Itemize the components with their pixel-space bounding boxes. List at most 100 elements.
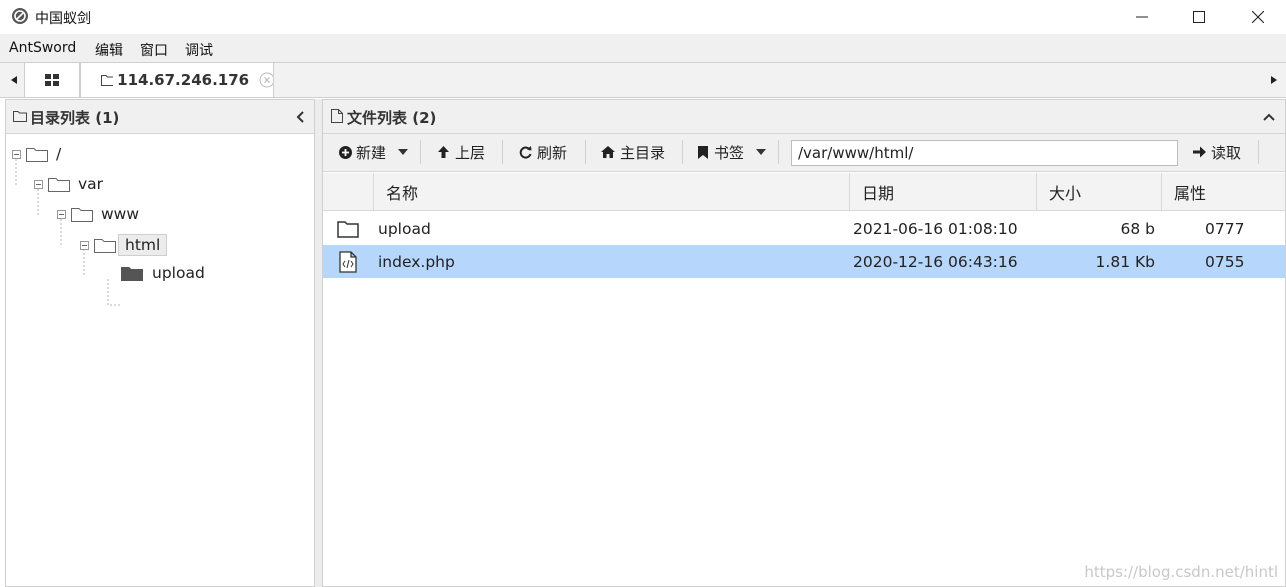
tab-connection[interactable]: 114.67.246.176 — [80, 63, 274, 97]
toolbar-separator — [502, 140, 503, 164]
folder-outline-icon — [26, 148, 48, 162]
toolbar-separator — [682, 140, 683, 164]
file-date: 2021-06-16 01:08:10 — [853, 219, 1018, 238]
refresh-button-label: 刷新 — [537, 143, 568, 162]
php-file-icon — [339, 245, 357, 278]
tree-toggle[interactable] — [57, 209, 66, 219]
tab-scroll-left-button[interactable] — [4, 63, 24, 97]
folder-icon — [337, 212, 359, 245]
antsword-logo-icon — [12, 8, 28, 24]
path-input[interactable] — [791, 140, 1178, 166]
file-row[interactable]: upload 2021-06-16 01:08:10 68 b 0777 — [323, 212, 1285, 245]
tab-connection-label: 114.67.246.176 — [117, 71, 250, 89]
home-icon — [601, 146, 615, 158]
maximize-button[interactable] — [1171, 0, 1227, 34]
title-bar: 中国蚁剑 — [0, 0, 1286, 34]
file-panel: 文件列表 (2) 新建 上层 刷新 主目录 书签 /var/www/html/ … — [322, 99, 1286, 587]
caret-down-icon — [398, 149, 409, 155]
maximize-icon — [1193, 11, 1205, 23]
tab-close-icon[interactable] — [259, 72, 273, 88]
watermark: https://blog.csdn.net/hintl — [1084, 563, 1278, 581]
caret-down-icon — [756, 149, 767, 155]
toolbar-separator — [420, 140, 421, 164]
tree-node-var[interactable]: var — [34, 175, 103, 193]
bookmark-button[interactable]: 书签 — [698, 134, 767, 170]
tree-node-label: www — [101, 205, 140, 223]
arrow-up-icon — [438, 146, 449, 158]
menu-edit[interactable]: 编辑 — [95, 40, 123, 60]
column-date[interactable]: 日期 — [849, 173, 1036, 210]
file-name: index.php — [378, 252, 455, 271]
close-window-button[interactable] — [1230, 0, 1286, 34]
tree-node-label-selected: html — [118, 234, 168, 256]
new-button[interactable]: 新建 — [339, 134, 409, 170]
bookmark-button-label: 书签 — [714, 143, 745, 162]
panel-splitter[interactable] — [315, 99, 322, 587]
tree-node-label: var — [78, 175, 104, 193]
file-toolbar: 新建 上层 刷新 主目录 书签 读取 — [323, 134, 1285, 172]
up-button-label: 上层 — [455, 143, 486, 162]
directory-panel: 目录列表 (1) / var www html upload — [5, 99, 315, 587]
minimize-button[interactable] — [1114, 0, 1170, 34]
file-outline-icon — [331, 109, 343, 123]
file-size: 1.81 Kb — [1095, 252, 1155, 271]
menu-bar: AntSword 编辑 窗口 调试 — [0, 34, 1286, 62]
file-size: 68 b — [1120, 219, 1156, 238]
file-panel-header: 文件列表 (2) — [323, 100, 1285, 134]
menu-debug[interactable]: 调试 — [185, 40, 213, 60]
collapse-up-icon[interactable] — [1263, 113, 1275, 121]
arrow-right-icon — [1193, 146, 1206, 158]
collapse-left-icon[interactable] — [296, 111, 304, 123]
read-button-label: 读取 — [1211, 143, 1242, 162]
tree-toggle[interactable] — [12, 149, 21, 159]
read-button[interactable]: 读取 — [1193, 134, 1241, 170]
up-button[interactable]: 上层 — [437, 134, 485, 170]
tab-dashboard[interactable] — [24, 63, 80, 97]
grid-icon — [45, 74, 59, 86]
folder-outline-icon — [71, 208, 93, 222]
caret-right-icon — [1271, 76, 1277, 84]
tree-node-upload[interactable]: upload — [121, 264, 205, 282]
tree-toggle[interactable] — [80, 240, 89, 250]
file-perm: 0777 — [1205, 219, 1245, 238]
minimize-icon — [1136, 16, 1148, 18]
toolbar-separator — [778, 140, 779, 164]
tab-bar: 114.67.246.176 — [0, 62, 1286, 98]
file-panel-title: 文件列表 (2) — [347, 109, 437, 127]
tab-scroll-right-button[interactable] — [1264, 63, 1284, 97]
toolbar-separator — [1258, 140, 1259, 164]
tree-node-www[interactable]: www — [57, 205, 139, 223]
menu-antsword[interactable]: AntSword — [9, 40, 76, 56]
toolbar-separator — [585, 140, 586, 164]
folder-outline-icon — [94, 239, 116, 253]
folder-outline-icon — [48, 178, 70, 192]
tree-node-html[interactable]: html — [80, 234, 168, 256]
folder-filled-icon — [121, 267, 143, 281]
file-row[interactable]: index.php 2020-12-16 06:43:16 1.81 Kb 07… — [323, 245, 1285, 278]
file-name: upload — [378, 219, 431, 238]
directory-panel-title: 目录列表 (1) — [30, 109, 120, 127]
refresh-icon — [519, 145, 532, 158]
bookmark-icon — [698, 145, 708, 159]
caret-left-icon — [11, 76, 17, 84]
file-perm: 0755 — [1205, 252, 1245, 271]
folder-outline-icon — [101, 75, 114, 86]
directory-panel-header: 目录列表 (1) — [6, 100, 314, 134]
column-size[interactable]: 大小 — [1036, 173, 1161, 210]
refresh-button[interactable]: 刷新 — [519, 134, 567, 170]
tree-node-root[interactable]: / — [12, 145, 61, 163]
tree-node-label: upload — [152, 264, 205, 282]
close-icon — [1252, 11, 1264, 23]
file-date: 2020-12-16 06:43:16 — [853, 252, 1018, 271]
column-name[interactable]: 名称 — [373, 173, 849, 210]
tree-toggle[interactable] — [34, 179, 43, 189]
home-button[interactable]: 主目录 — [601, 134, 665, 170]
tree-node-label: / — [56, 145, 62, 163]
menu-window[interactable]: 窗口 — [140, 40, 168, 60]
column-perm[interactable]: 属性 — [1161, 173, 1285, 210]
home-button-label: 主目录 — [620, 143, 666, 162]
new-button-label: 新建 — [356, 143, 387, 162]
window-title: 中国蚁剑 — [35, 11, 91, 27]
folder-outline-icon — [13, 111, 27, 122]
file-grid-header: 名称 日期 大小 属性 — [323, 173, 1285, 211]
